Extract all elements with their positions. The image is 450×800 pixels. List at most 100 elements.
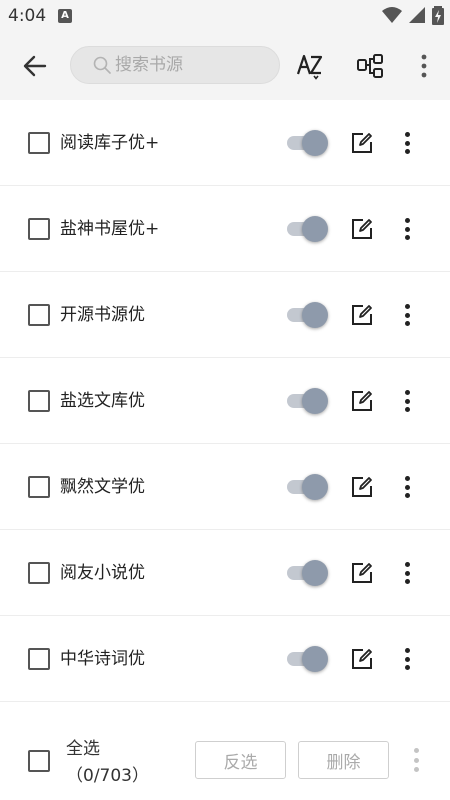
dot: [404, 570, 410, 576]
edit-icon[interactable]: [350, 131, 374, 155]
bottom-bar: 全选 （0/703） 反选 删除: [0, 722, 450, 800]
sort-button[interactable]: [294, 50, 326, 82]
dot: [404, 484, 410, 490]
source-enable-switch[interactable]: [285, 645, 329, 673]
hierarchy-icon: [357, 54, 383, 78]
dot: [404, 304, 410, 309]
dot: [404, 476, 410, 481]
source-checkbox[interactable]: [28, 562, 50, 584]
dot: [413, 767, 419, 772]
source-more-button[interactable]: [397, 302, 417, 328]
search-icon: [93, 56, 111, 74]
dot: [404, 656, 410, 662]
dot: [404, 312, 410, 318]
source-name: 飘然文学优: [60, 477, 145, 497]
source-row: 阅友小说优: [0, 530, 450, 616]
source-name: 中华诗词优: [60, 649, 145, 669]
selection-count: （0/703）: [66, 766, 149, 786]
dot: [404, 321, 410, 326]
switch-thumb: [302, 474, 328, 500]
source-more-button[interactable]: [397, 216, 417, 242]
dot: [404, 140, 410, 146]
search-input[interactable]: [115, 55, 275, 75]
sort-az-icon: [296, 54, 323, 80]
source-checkbox[interactable]: [28, 476, 50, 498]
signal-icon: [409, 7, 425, 23]
invert-selection-button[interactable]: 反选: [195, 741, 286, 779]
source-name: 盐选文库优: [60, 391, 145, 411]
dot: [404, 562, 410, 567]
dot: [404, 235, 410, 240]
dot: [404, 218, 410, 223]
source-enable-switch[interactable]: [285, 301, 329, 329]
switch-thumb: [302, 560, 328, 586]
wifi-icon: [382, 7, 402, 23]
dot: [404, 648, 410, 653]
source-name: 阅读库子优+: [60, 133, 160, 153]
source-enable-switch[interactable]: [285, 215, 329, 243]
source-more-button[interactable]: [397, 388, 417, 414]
switch-thumb: [302, 646, 328, 672]
dot: [404, 226, 410, 232]
toolbar: [0, 32, 450, 100]
source-checkbox[interactable]: [28, 132, 50, 154]
switch-thumb: [302, 216, 328, 242]
delete-button[interactable]: 删除: [298, 741, 389, 779]
source-checkbox[interactable]: [28, 648, 50, 670]
edit-icon[interactable]: [350, 217, 374, 241]
source-enable-switch[interactable]: [285, 387, 329, 415]
source-name: 盐神书屋优+: [60, 219, 160, 239]
source-row: 盐神书屋优+: [0, 186, 450, 272]
select-all-label[interactable]: 全选: [66, 736, 100, 762]
source-name: 阅友小说优: [60, 563, 145, 583]
toolbar-more-button[interactable]: [408, 50, 440, 82]
source-more-button[interactable]: [397, 130, 417, 156]
source-row: 阅读库子优+: [0, 100, 450, 186]
source-name: 开源书源优: [60, 305, 145, 325]
source-row: 飘然文学优: [0, 444, 450, 530]
switch-thumb: [302, 388, 328, 414]
dot: [404, 665, 410, 670]
battery-icon: [432, 6, 444, 25]
edit-icon[interactable]: [350, 475, 374, 499]
edit-icon[interactable]: [350, 647, 374, 671]
dot: [404, 149, 410, 154]
status-time: 4:04: [8, 6, 47, 26]
source-list: 阅读库子优+ 盐神书屋优+ 开源书源优 盐选文库优 飘然文学优 阅友小说优 中华…: [0, 100, 450, 702]
status-bar: 4:04 A: [0, 0, 450, 32]
source-enable-switch[interactable]: [285, 129, 329, 157]
bottom-more-button[interactable]: [408, 748, 424, 772]
dot: [404, 407, 410, 412]
arrow-left-icon: [23, 55, 47, 77]
dot: [404, 132, 410, 137]
source-enable-switch[interactable]: [285, 473, 329, 501]
notification-icon: A: [58, 9, 72, 23]
source-row: 盐选文库优: [0, 358, 450, 444]
edit-icon[interactable]: [350, 389, 374, 413]
edit-icon[interactable]: [350, 561, 374, 585]
source-more-button[interactable]: [397, 474, 417, 500]
search-box[interactable]: [70, 46, 280, 84]
edit-icon[interactable]: [350, 303, 374, 327]
switch-thumb: [302, 302, 328, 328]
status-icons: [382, 5, 444, 25]
source-checkbox[interactable]: [28, 390, 50, 412]
source-enable-switch[interactable]: [285, 559, 329, 587]
source-more-button[interactable]: [397, 646, 417, 672]
group-button[interactable]: [354, 50, 386, 82]
source-row: 开源书源优: [0, 272, 450, 358]
dot: [413, 757, 419, 763]
dot: [404, 390, 410, 395]
switch-thumb: [302, 130, 328, 156]
dot: [404, 493, 410, 498]
more-vertical-icon: [421, 54, 427, 78]
back-button[interactable]: [18, 50, 52, 82]
source-checkbox[interactable]: [28, 304, 50, 326]
select-all-checkbox[interactable]: [28, 750, 50, 772]
source-row: 中华诗词优: [0, 616, 450, 702]
dot: [404, 398, 410, 404]
dot: [404, 579, 410, 584]
dot: [413, 748, 419, 753]
source-more-button[interactable]: [397, 560, 417, 586]
source-checkbox[interactable]: [28, 218, 50, 240]
